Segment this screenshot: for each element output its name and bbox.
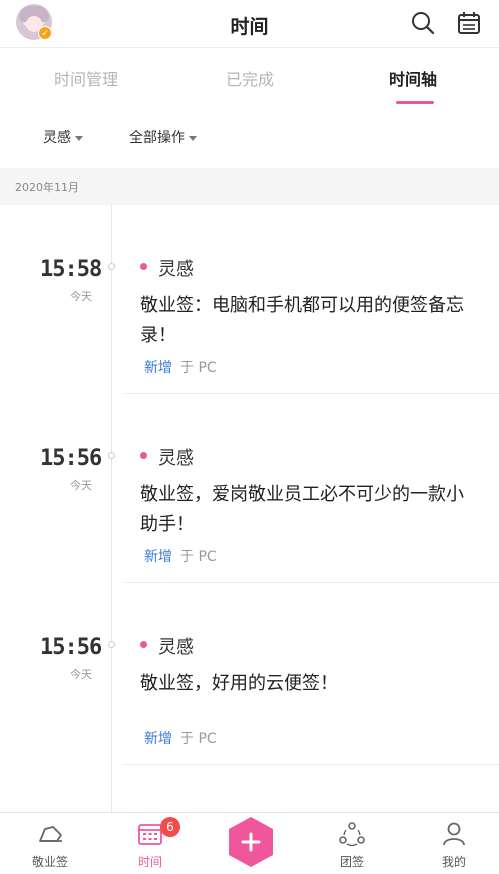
- entry-action: 新增: [144, 360, 172, 376]
- add-note-button[interactable]: [226, 815, 276, 869]
- tag-dot-icon: [140, 452, 147, 459]
- entry-tag: 灵感: [158, 637, 194, 658]
- tag-filter-label: 灵感: [43, 130, 71, 146]
- divider: [124, 764, 499, 765]
- entry-time: 15:56: [40, 635, 102, 660]
- nav-label: 团签: [339, 855, 364, 869]
- bulk-actions-dropdown[interactable]: 全部操作: [129, 127, 197, 147]
- entry-action: 新增: [144, 549, 172, 565]
- entry-day: 今天: [70, 479, 92, 492]
- entry-meta: 新增于 PC: [144, 546, 217, 566]
- plus-icon: [229, 817, 273, 867]
- notification-badge: 6: [160, 817, 180, 837]
- team-icon: [339, 822, 365, 847]
- nav-item-time[interactable]: 6 时间: [100, 813, 200, 874]
- timeline-entry[interactable]: 15:56 今天 灵感 敬业签，爱岗敬业员工必不可少的一款小助手！ 新增于 PC: [0, 394, 499, 583]
- entry-source: 于 PC: [180, 360, 217, 376]
- entry-note: 敬业签，好用的云便签！: [140, 673, 338, 694]
- tab-time-management[interactable]: 时间管理: [54, 66, 118, 90]
- entry-tag: 灵感: [158, 448, 194, 469]
- entry-note: 敬业签，爱岗敬业员工必不可少的一款小助手！: [140, 484, 464, 535]
- nav-item-mine[interactable]: 我的: [404, 813, 499, 874]
- entry-day: 今天: [70, 290, 92, 303]
- timeline-list: 15:58 今天 灵感 敬业签：电脑和手机都可以用的便签备忘录！ 新增于 PC …: [0, 205, 499, 812]
- nav-item-team[interactable]: 团签: [302, 813, 402, 874]
- timeline-entry[interactable]: 15:56 今天 灵感 敬业签，好用的云便签！ 新增于 PC: [0, 583, 499, 772]
- entry-time: 15:56: [40, 446, 102, 471]
- search-icon[interactable]: [410, 10, 436, 36]
- caret-down-icon: [75, 135, 83, 141]
- nav-label: 敬业签: [31, 855, 68, 869]
- entry-meta: 新增于 PC: [144, 357, 217, 377]
- timeline-entry[interactable]: 15:58 今天 灵感 敬业签：电脑和手机都可以用的便签备忘录！ 新增于 PC: [0, 205, 499, 394]
- active-tab-indicator: [396, 101, 434, 104]
- entry-meta: 新增于 PC: [144, 728, 217, 748]
- tag-dot-icon: [140, 263, 147, 270]
- tag-filter-dropdown[interactable]: 灵感: [43, 127, 83, 147]
- timeline-node: [108, 641, 115, 648]
- entry-note: 敬业签：电脑和手机都可以用的便签备忘录！: [140, 295, 464, 346]
- cloud-note-icon: [39, 826, 62, 842]
- calendar-icon[interactable]: [456, 10, 482, 36]
- bulk-actions-label: 全部操作: [129, 130, 185, 146]
- entry-tag: 灵感: [158, 259, 194, 280]
- nav-item-jingyeqian[interactable]: 敬业签: [0, 813, 100, 874]
- tab-timeline[interactable]: 时间轴: [389, 66, 437, 90]
- nav-label: 我的: [441, 855, 466, 869]
- entry-action: 新增: [144, 731, 172, 747]
- person-icon: [443, 822, 465, 846]
- bottom-nav: 敬业签 6 时间 团签 我的: [0, 812, 499, 874]
- tab-completed[interactable]: 已完成: [226, 66, 274, 90]
- timeline-node: [108, 263, 115, 270]
- entry-day: 今天: [70, 668, 92, 681]
- top-bar: ✓ 时间: [0, 0, 499, 48]
- caret-down-icon: [189, 135, 197, 141]
- tab-bar: 时间管理 已完成 时间轴: [0, 48, 499, 106]
- filter-bar: 灵感 全部操作: [0, 106, 499, 168]
- tag-dot-icon: [140, 641, 147, 648]
- entry-source: 于 PC: [180, 549, 217, 565]
- nav-label: 时间: [137, 855, 162, 869]
- entry-time: 15:58: [40, 257, 102, 282]
- entry-source: 于 PC: [180, 731, 217, 747]
- timeline-node: [108, 452, 115, 459]
- month-header: 2020年11月: [0, 168, 499, 205]
- month-label: 2020年11月: [15, 181, 79, 194]
